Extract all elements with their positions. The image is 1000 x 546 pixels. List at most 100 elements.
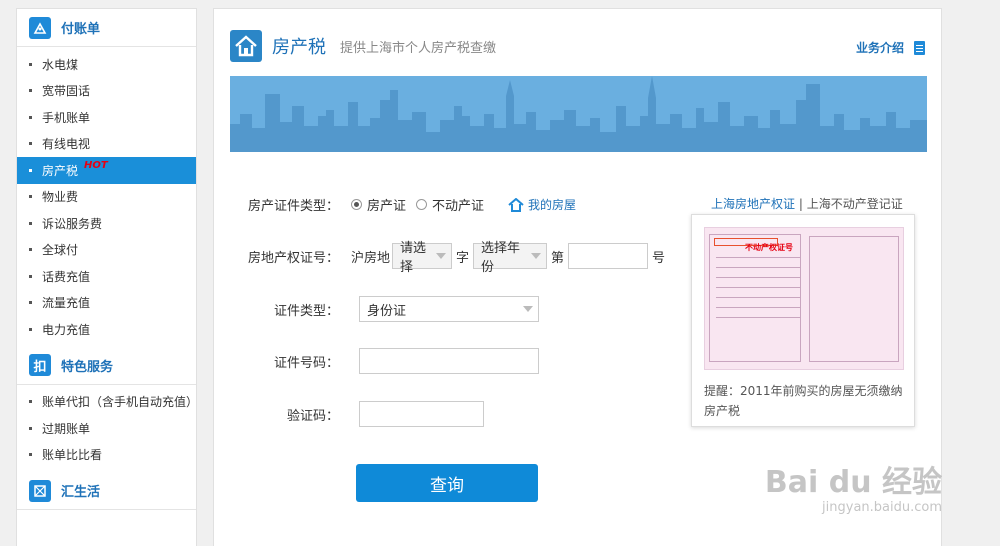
sidebar-item-litigation-fee[interactable]: 诉讼服务费 [17, 210, 196, 237]
my-house-link[interactable]: 我的房屋 [508, 196, 576, 213]
pay-bill-icon [29, 16, 51, 39]
sidebar-item-label: 房产税 [42, 163, 79, 178]
sidebar-item-power-recharge[interactable]: 电力充值 [17, 316, 196, 343]
cert-sample-card: 不动产权证号 提醒：2011年前购买的房屋无须缴纳房产税 [691, 214, 915, 427]
sidebar-item-property-fee[interactable]: 物业费 [17, 184, 196, 211]
cert-line [716, 287, 800, 288]
reminder-text: 提醒：2011年前购买的房屋无须缴纳房产税 [704, 384, 903, 418]
skyline-icon [230, 76, 927, 152]
section-title: 特色服务 [61, 359, 114, 375]
cert-line [716, 257, 800, 258]
district-select[interactable]: 请选择 [392, 241, 453, 275]
house-icon [508, 197, 524, 212]
district-select-value: 请选择 [400, 241, 427, 275]
cert-sample-image: 不动产权证号 [704, 227, 904, 370]
section-life: 汇生活 [17, 472, 196, 510]
home-icon [230, 30, 262, 62]
cert-type-links: 上海房地产权证 | 上海不动产登记证 [711, 195, 903, 212]
query-button[interactable]: 查询 [356, 464, 538, 502]
link-separator: | [795, 197, 807, 211]
page-title: 房产税 [272, 37, 326, 58]
bullet [29, 168, 32, 172]
city-skyline-banner [230, 76, 927, 152]
cert-type-row: 房产证件类型： 房产证 不动产证 我的房屋 [231, 195, 576, 214]
bullet [29, 221, 32, 225]
business-intro-link[interactable]: 业务介绍 [856, 39, 925, 56]
sidebar-item-phone-recharge[interactable]: 话费充值 [17, 263, 196, 290]
sidebar-item-label: 水电煤 [42, 57, 79, 72]
baidu-watermark: Bai du 经验 [764, 465, 942, 500]
bullet [29, 453, 32, 457]
bullet [29, 115, 32, 119]
cert-number-input[interactable] [568, 243, 649, 269]
cert-number-row: 房地产权证号： 沪房地 请选择 字 选择年份 第 号 [231, 241, 669, 275]
section-special-services: 扣 特色服务 [17, 347, 196, 385]
menu-special-services: 账单代扣（含手机自动充值） 过期账单 账单比比看 [17, 385, 198, 473]
deduct-icon: 扣 [29, 354, 51, 376]
cert-no-label: 房地产权证号： [247, 250, 339, 266]
bullet [29, 89, 32, 93]
dropdown-arrow-icon [523, 306, 533, 312]
bullet [29, 400, 32, 404]
document-icon [914, 40, 925, 55]
radio-house-cert[interactable] [351, 199, 362, 210]
sidebar-item-label: 物业费 [42, 190, 79, 205]
id-type-select-value: 身份证 [367, 303, 407, 319]
sidebar-item-data-recharge[interactable]: 流量充值 [17, 290, 196, 317]
bullet [29, 142, 32, 146]
sidebar-item-label: 全球付 [42, 243, 79, 258]
id-type-row: 证件类型： 身份证 [231, 296, 539, 322]
sidebar-item-auto-deduct[interactable]: 账单代扣（含手机自动充值） [17, 389, 198, 416]
bullet [29, 426, 32, 430]
cert-left-page [709, 234, 801, 362]
sidebar-item-property-tax[interactable]: 房产税 HOT [17, 157, 196, 184]
year-select[interactable]: 选择年份 [473, 241, 548, 275]
radio-realty-cert-label[interactable]: 不动产证 [432, 195, 484, 214]
id-number-input[interactable] [359, 348, 539, 374]
sidebar-item-compare-bills[interactable]: 账单比比看 [17, 442, 196, 469]
captcha-input[interactable] [359, 401, 484, 427]
bullet [29, 327, 32, 331]
bullet [29, 62, 32, 66]
sidebar-item-label: 有线电视 [42, 137, 91, 152]
bullet [29, 301, 32, 305]
id-number-row: 证件号码： [231, 348, 539, 374]
menu-pay-bills: 水电煤 宽带固话 手机账单 有线电视 房产税 HOT 物业费 诉讼服务费 全球付 … [17, 47, 196, 347]
dropdown-arrow-icon [436, 253, 447, 259]
id-type-label: 证件类型： [273, 303, 339, 319]
cert-line [716, 317, 800, 318]
radio-house-cert-label[interactable]: 房产证 [367, 195, 406, 214]
sidebar-item-cable-tv[interactable]: 有线电视 [17, 131, 196, 158]
id-no-label: 证件号码： [273, 355, 339, 371]
page-header: 房产税 提供上海市个人房产税查缴 业务介绍 [230, 29, 925, 63]
sidebar-item-utilities[interactable]: 水电煤 [17, 51, 196, 78]
sidebar-item-label: 电力充值 [42, 322, 91, 337]
life-icon [29, 479, 51, 502]
sidebar: 付账单 水电煤 宽带固话 手机账单 有线电视 房产税 HOT 物业费 诉讼服务费 … [16, 8, 198, 546]
cert-line [716, 307, 800, 308]
section-pay-bills: 付账单 [17, 9, 196, 47]
hao-label: 号 [652, 250, 666, 266]
business-intro-label: 业务介绍 [855, 41, 904, 55]
bullet [29, 195, 32, 199]
dropdown-arrow-icon [531, 253, 542, 259]
year-select-value: 选择年份 [481, 241, 521, 275]
di-label: 第 [551, 250, 565, 266]
sidebar-item-label: 宽带固话 [42, 84, 91, 99]
baidu-watermark-url: jingyan.baidu.com [822, 500, 942, 515]
id-type-select[interactable]: 身份证 [359, 296, 539, 322]
sidebar-item-expired-bills[interactable]: 过期账单 [17, 415, 196, 442]
sidebar-item-mobile-bill[interactable]: 手机账单 [17, 104, 196, 131]
radio-realty-cert[interactable] [416, 199, 428, 210]
shanghai-realty-cert-link[interactable]: 上海不动产登记证 [807, 197, 903, 211]
sidebar-item-global-pay[interactable]: 全球付 [17, 237, 196, 264]
char-label: 字 [456, 250, 470, 266]
sidebar-item-label: 流量充值 [42, 296, 91, 311]
shanghai-house-cert-link[interactable]: 上海房地产权证 [711, 197, 795, 211]
sidebar-item-label: 诉讼服务费 [42, 216, 103, 231]
bullet [29, 248, 32, 252]
cert-number-tag: 不动产权证号 [745, 243, 793, 252]
sidebar-item-broadband[interactable]: 宽带固话 [17, 78, 196, 105]
cert-prefix: 沪房地 [351, 250, 391, 266]
bullet [29, 274, 32, 278]
